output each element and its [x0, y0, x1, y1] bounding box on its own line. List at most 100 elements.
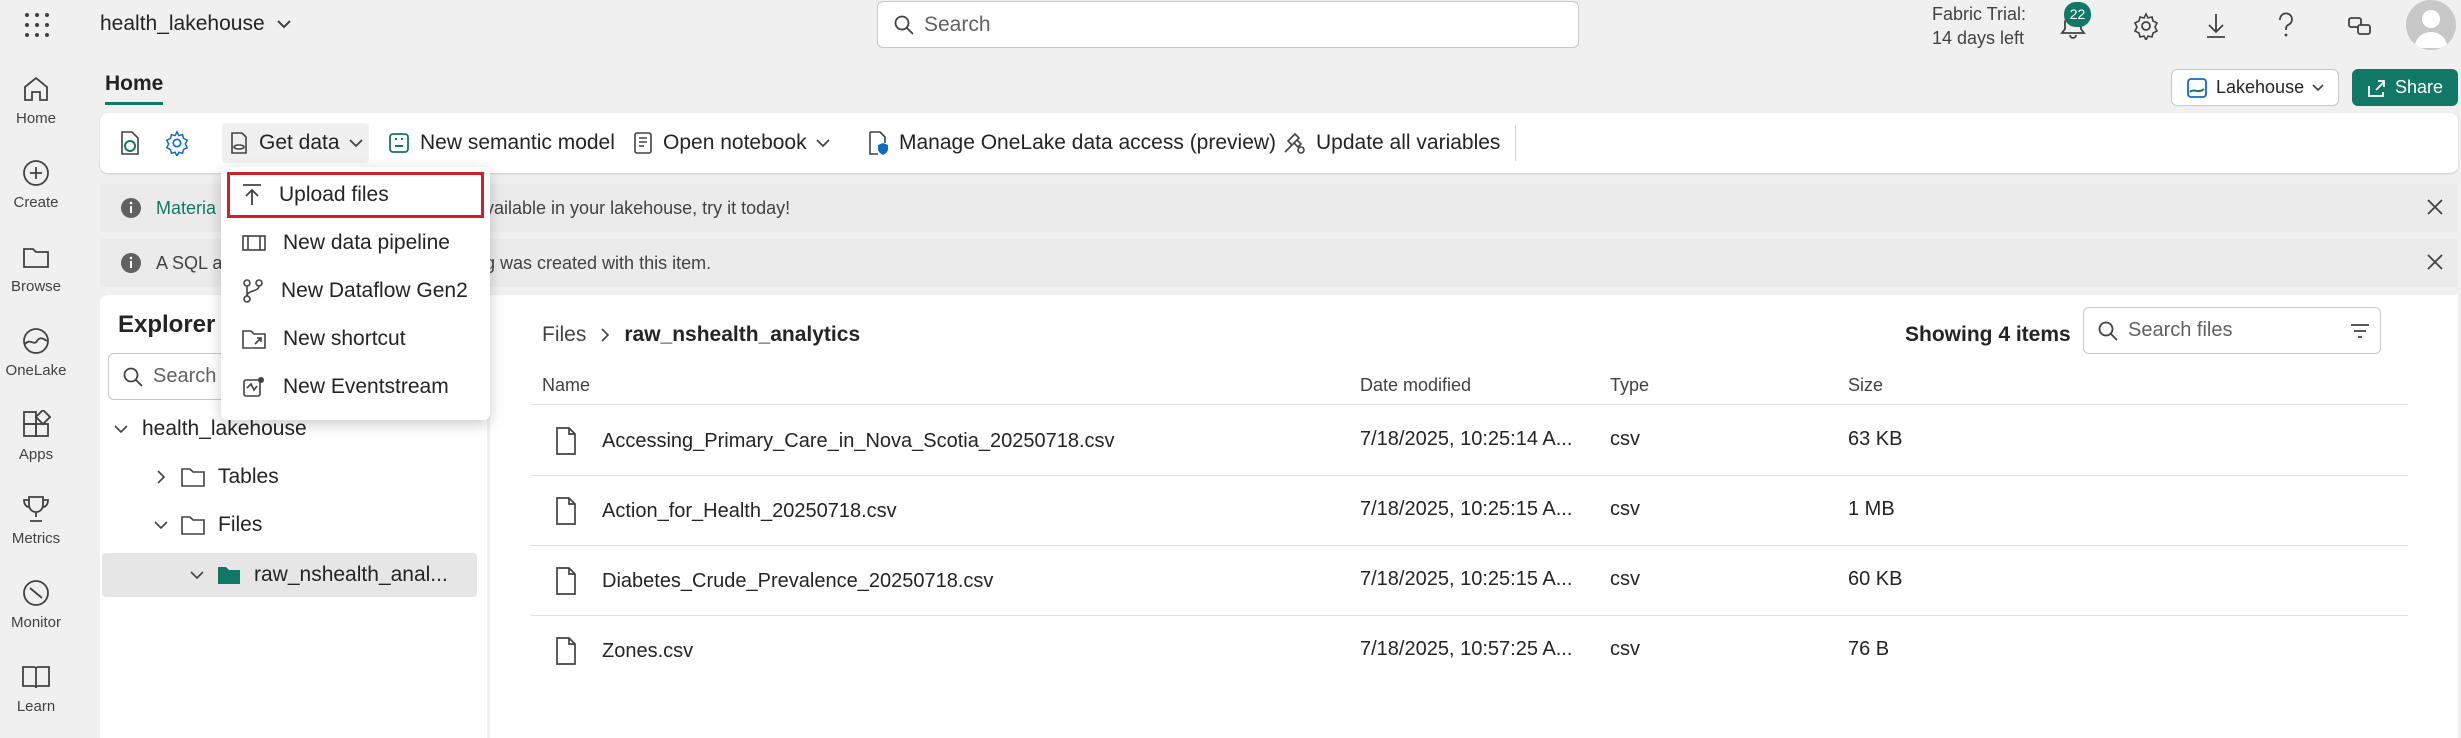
chevron-right-icon	[157, 470, 166, 484]
lakehouse-icon	[2187, 77, 2207, 98]
download-icon[interactable]	[2204, 12, 2228, 40]
workspace-name: health_lakehouse	[100, 12, 265, 35]
nav-monitor-label: Monitor	[10, 614, 62, 631]
get-data-menu: Upload files New data pipeline New Dataf…	[221, 167, 490, 420]
nav-onelake[interactable]: OneLake	[0, 326, 72, 379]
open-notebook-button[interactable]: Open notebook	[626, 125, 836, 161]
trial-line1: Fabric Trial:	[1932, 4, 2027, 24]
file-type: csv	[1610, 428, 1640, 450]
file-size: 76 B	[1848, 638, 1890, 660]
share-button[interactable]: Share	[2352, 69, 2458, 106]
explorer-title: Explorer	[118, 311, 216, 338]
chevron-down-icon	[190, 571, 204, 580]
folder-filled-icon	[218, 567, 240, 584]
search-icon	[2098, 321, 2118, 341]
update-all-variables-button[interactable]: Update all variables	[1275, 125, 1506, 161]
home-icon	[24, 76, 48, 101]
dataflow-icon	[243, 279, 263, 303]
share-label: Share	[2395, 77, 2444, 97]
file-search[interactable]	[2083, 307, 2381, 354]
new-semantic-model-button[interactable]: New semantic model	[381, 125, 621, 161]
avatar[interactable]	[2406, 0, 2456, 50]
banner-text-start: A SQL a	[156, 252, 223, 273]
feedback-icon[interactable]	[2346, 12, 2374, 40]
file-search-input[interactable]	[2128, 319, 2328, 342]
chevron-down-icon	[815, 139, 830, 148]
monitor-icon	[23, 580, 49, 606]
nav-create-label: Create	[13, 194, 59, 211]
chevron-down-icon	[348, 139, 363, 148]
file-type: csv	[1610, 498, 1640, 520]
column-type[interactable]: Type	[1610, 375, 1649, 396]
nav-home[interactable]: Home	[0, 74, 72, 127]
file-name: Diabetes_Crude_Prevalence_20250718.csv	[602, 570, 994, 592]
settings-button[interactable]	[158, 125, 196, 161]
nav-learn[interactable]: Learn	[0, 662, 72, 715]
file-date: 7/18/2025, 10:25:14 A...	[1360, 428, 1573, 450]
notifications-count: 22	[2064, 2, 2091, 27]
info-icon	[121, 253, 141, 273]
global-search[interactable]	[877, 1, 1579, 48]
tree-item-tables[interactable]: Tables	[100, 457, 480, 497]
menu-item-new-data-pipeline[interactable]: New data pipeline	[227, 220, 484, 266]
file-size: 60 KB	[1848, 568, 1903, 590]
close-icon[interactable]	[2426, 253, 2444, 271]
filter-icon[interactable]	[2350, 323, 2370, 339]
nav-apps[interactable]: Apps	[0, 410, 72, 463]
get-data-label: Get data	[259, 131, 340, 154]
refresh-button[interactable]	[112, 125, 148, 161]
search-input[interactable]	[924, 12, 1524, 37]
settings-gear-icon[interactable]	[2132, 12, 2160, 40]
lakehouse-mode-button[interactable]: Lakehouse	[2171, 69, 2339, 106]
chevron-down-icon	[276, 20, 291, 29]
file-size: 63 KB	[1848, 428, 1903, 450]
notebook-icon	[634, 132, 652, 154]
folder-icon	[181, 468, 205, 487]
nav-onelake-label: OneLake	[5, 362, 67, 379]
get-data-button[interactable]: Get data	[222, 123, 369, 163]
column-size[interactable]: Size	[1848, 375, 1883, 396]
gear-icon	[165, 130, 189, 156]
manage-onelake-access-button[interactable]: Manage OneLake data access (preview)	[860, 125, 1282, 161]
nav-monitor[interactable]: Monitor	[0, 578, 72, 631]
ribbon-divider	[1515, 125, 1516, 161]
menu-item-new-dataflow-gen2[interactable]: New Dataflow Gen2	[227, 268, 484, 314]
banner-link[interactable]: Materia	[156, 198, 216, 219]
column-date-modified[interactable]: Date modified	[1360, 375, 1471, 396]
nav-metrics[interactable]: Metrics	[0, 494, 72, 547]
close-icon[interactable]	[2426, 198, 2444, 216]
menu-item-upload-files[interactable]: Upload files	[227, 172, 484, 218]
table-row[interactable]: Diabetes_Crude_Prevalence_20250718.csv 7…	[530, 546, 2408, 616]
shortcut-folder-icon	[242, 330, 266, 349]
tab-home[interactable]: Home	[105, 72, 164, 105]
eventstream-icon	[243, 377, 264, 397]
breadcrumb-files[interactable]: Files	[542, 323, 586, 347]
app-launcher-icon[interactable]	[24, 12, 50, 38]
nav-browse[interactable]: Browse	[0, 242, 72, 295]
breadcrumb-current: raw_nshealth_analytics	[624, 323, 861, 346]
info-icon	[121, 198, 141, 218]
table-header: Name Date modified Type Size	[530, 365, 2408, 405]
nav-apps-label: Apps	[18, 446, 54, 463]
column-name[interactable]: Name	[542, 375, 590, 396]
trial-status[interactable]: Fabric Trial: 14 days left	[1932, 2, 2026, 50]
manage-onelake-label: Manage OneLake data access (preview)	[899, 131, 1277, 154]
table-row[interactable]: Action_for_Health_20250718.csv 7/18/2025…	[530, 476, 2408, 546]
tree-label-raw-folder: raw_nshealth_anal...	[254, 563, 448, 586]
menu-item-new-shortcut[interactable]: New shortcut	[227, 316, 484, 362]
metrics-icon	[23, 496, 49, 522]
table-row[interactable]: Zones.csv 7/18/2025, 10:57:25 A... csv 7…	[530, 616, 2408, 686]
file-date: 7/18/2025, 10:25:15 A...	[1360, 568, 1573, 590]
workspace-selector[interactable]: health_lakehouse	[100, 12, 291, 36]
onelake-icon	[23, 328, 49, 354]
semantic-model-icon	[389, 133, 409, 153]
tree-item-files[interactable]: Files	[100, 505, 480, 545]
help-icon[interactable]	[2276, 12, 2296, 40]
variables-icon	[1284, 132, 1305, 154]
chevron-down-icon	[2312, 83, 2324, 91]
table-row[interactable]: Accessing_Primary_Care_in_Nova_Scotia_20…	[530, 406, 2408, 476]
menu-item-new-eventstream[interactable]: New Eventstream	[227, 364, 484, 410]
open-notebook-label: Open notebook	[663, 131, 807, 154]
tree-item-raw-folder[interactable]: raw_nshealth_anal...	[102, 553, 477, 597]
nav-create[interactable]: Create	[0, 158, 72, 211]
